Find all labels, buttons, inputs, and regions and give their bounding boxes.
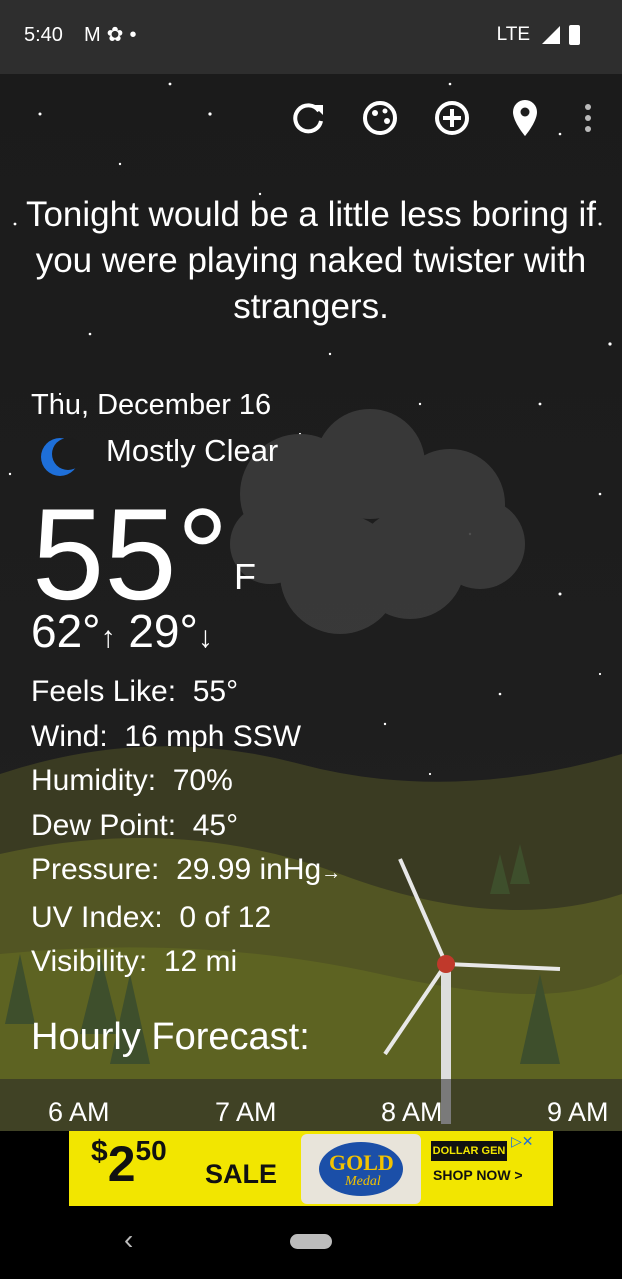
gmail-icon: M	[84, 24, 107, 46]
ad-product-image: GOLD Medal	[301, 1134, 421, 1204]
add-location-icon[interactable]	[430, 96, 474, 140]
uv-index-row: UV Index: 0 of 12	[31, 896, 341, 941]
ad-store-name: DOLLAR GEN	[431, 1141, 507, 1161]
feels-like-value: 55°	[192, 675, 239, 708]
dew-point-label: Dew Point:	[31, 808, 177, 842]
ad-banner[interactable]: $250 SALE GOLD Medal DOLLAR GEN ▷✕ SHOP …	[69, 1131, 553, 1206]
status-bar: 5:40 M✿• LTE	[0, 0, 622, 74]
dew-point-value: 45°	[192, 808, 239, 842]
wind-value: 16 mph SSW	[124, 719, 302, 753]
ad-price-cents: 50	[135, 1135, 167, 1166]
current-temperature: 55°	[32, 481, 229, 627]
network-type: LTE	[496, 24, 530, 45]
hour-label[interactable]: 7 AM	[215, 1097, 277, 1128]
status-time: 5:40	[24, 24, 63, 46]
battery-icon	[569, 25, 580, 45]
weather-quote: Tonight would be a little less boring if…	[25, 195, 597, 326]
wind-label: Wind:	[31, 719, 108, 753]
low-temp: 29°	[128, 605, 198, 657]
humidity-value: 70%	[172, 764, 233, 797]
system-nav-bar: ‹	[0, 1206, 622, 1279]
hourly-forecast-title: Hourly Forecast:	[31, 1016, 310, 1058]
humidity-row: Humidity: 70%	[31, 759, 341, 804]
humidity-label: Humidity:	[31, 764, 157, 797]
high-low-temps: 62°↑ 29°↓	[31, 604, 213, 658]
current-date: Thu, December 16	[31, 389, 272, 421]
hour-label[interactable]: 9 AM	[547, 1097, 609, 1128]
low-arrow-icon: ↓	[197, 621, 213, 654]
moon-icon	[38, 436, 84, 478]
ad-cta-button[interactable]: SHOP NOW >	[433, 1167, 523, 1183]
dew-point-row: Dew Point: 45°	[31, 804, 341, 849]
location-pin-icon[interactable]	[503, 96, 547, 140]
ad-product-sub: Medal	[345, 1174, 381, 1189]
pressure-trend-icon: →	[321, 862, 342, 884]
pressure-label: Pressure:	[31, 853, 160, 886]
signal-icon	[542, 26, 560, 44]
pressure-row: Pressure: 29.99 inHg→	[31, 848, 341, 896]
wind-row: Wind: 16 mph SSW	[31, 715, 341, 760]
current-condition: Mostly Clear	[106, 433, 279, 468]
visibility-row: Visibility: 12 mi	[31, 940, 341, 985]
weather-scene: Tonight would be a little less boring if…	[0, 74, 622, 1131]
ad-price: $250	[91, 1135, 167, 1193]
temperature-unit: F	[234, 556, 256, 597]
ad-sale-text: SALE	[205, 1159, 278, 1189]
uv-index-value: 0 of 12	[179, 900, 272, 934]
fan-icon: ✿	[106, 24, 130, 46]
notification-icons: M✿•	[84, 22, 142, 47]
ad-dollar: $	[91, 1135, 108, 1168]
ad-product-brand: GOLD	[329, 1150, 394, 1175]
hour-label[interactable]: 6 AM	[48, 1097, 110, 1128]
visibility-value: 12 mi	[163, 945, 238, 978]
feels-like-label: Feels Like:	[31, 675, 177, 708]
theme-icon[interactable]	[358, 96, 402, 140]
refresh-icon[interactable]	[286, 96, 330, 140]
high-temp: 62°	[31, 605, 101, 657]
visibility-label: Visibility:	[31, 945, 148, 978]
top-toolbar	[0, 96, 622, 140]
ad-price-main: 2	[107, 1136, 136, 1192]
ad-choices-icon[interactable]: ▷✕	[511, 1133, 534, 1150]
high-arrow-icon: ↑	[100, 621, 116, 654]
dot-icon: •	[129, 24, 143, 46]
more-vert-icon[interactable]	[566, 96, 610, 140]
uv-index-label: UV Index:	[31, 900, 163, 934]
home-pill[interactable]	[290, 1234, 332, 1249]
weather-details: Feels Like: 55° Wind: 16 mph SSW Humidit…	[31, 670, 341, 985]
pressure-value: 29.99 inHg	[176, 853, 322, 886]
hour-label[interactable]: 8 AM	[381, 1097, 443, 1128]
back-icon[interactable]: ‹	[124, 1224, 133, 1256]
feels-like-row: Feels Like: 55°	[31, 670, 341, 715]
